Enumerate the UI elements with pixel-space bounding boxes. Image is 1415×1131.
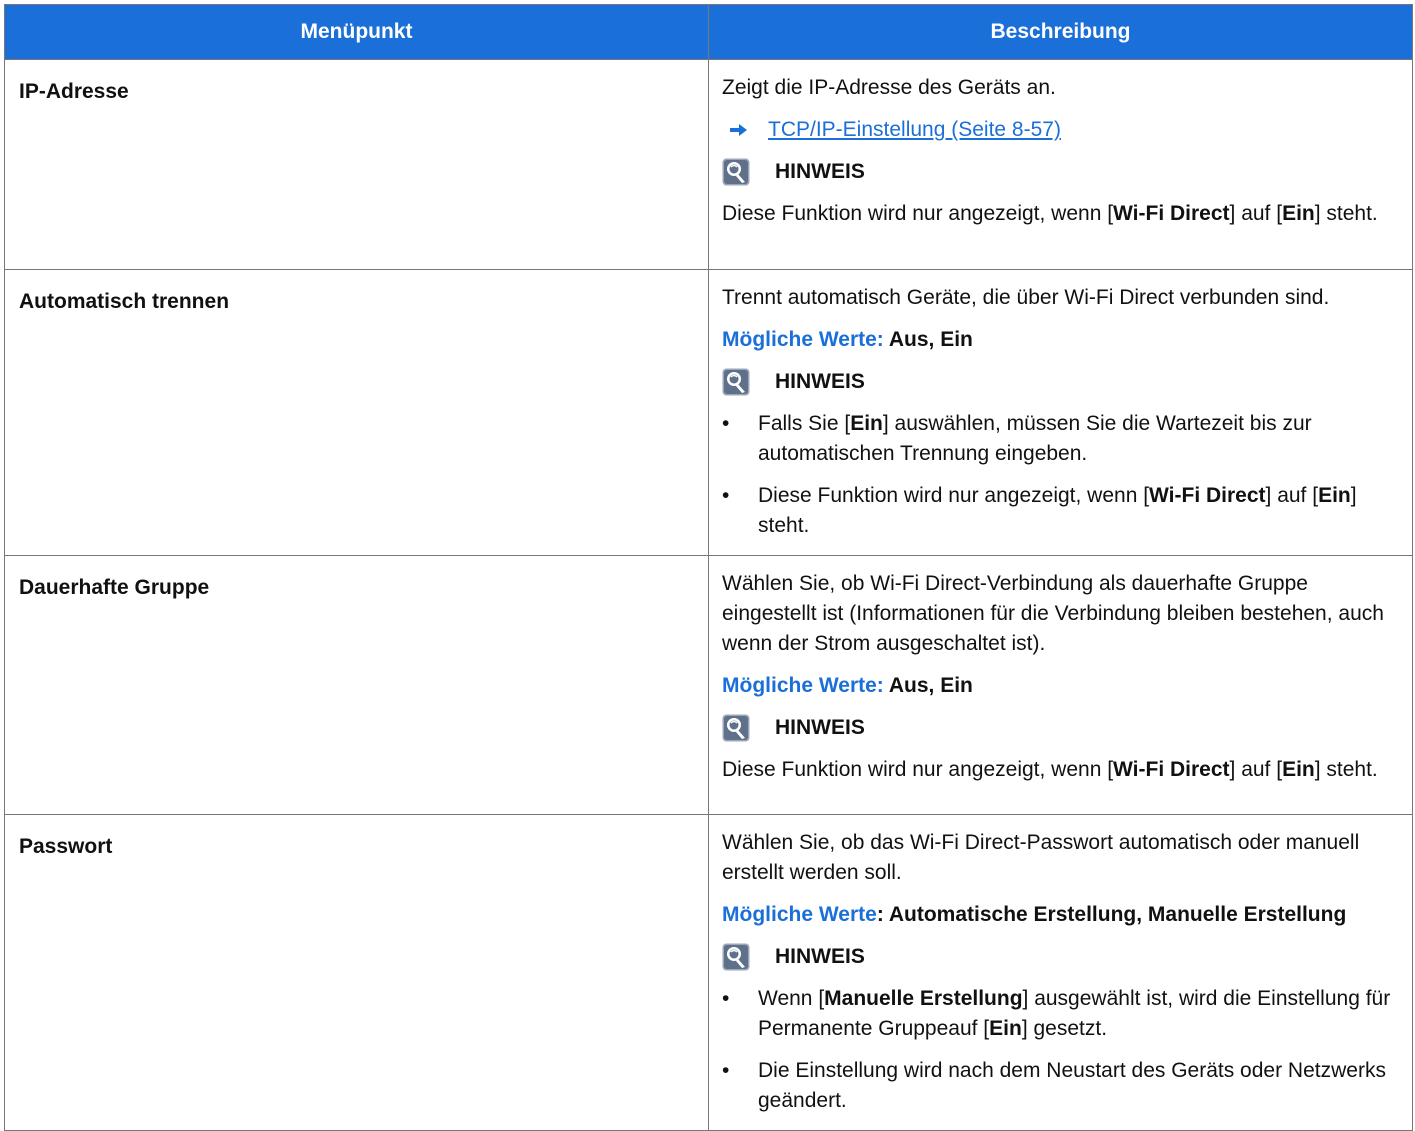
note-bullet: • Die Einstellung wird nach dem Neustart…	[722, 1059, 1386, 1112]
note-label: HINWEIS	[775, 370, 865, 393]
arrow-right-icon	[730, 124, 747, 136]
hint-icon	[722, 943, 750, 971]
table-row-ip-adresse: IP-Adresse Zeigt die IP-Adresse des Gerä…	[4, 59, 1413, 270]
possible-values: Mögliche Werte: Aus, Ein	[722, 328, 973, 351]
menu-item-description: Trennt automatisch Geräte, die über Wi-F…	[708, 269, 1413, 556]
table-header-row: Menüpunkt Beschreibung	[4, 4, 1413, 60]
menu-item-name: IP-Adresse	[4, 59, 709, 270]
description-text: Wählen Sie, ob Wi-Fi Direct-Verbindung a…	[722, 572, 1384, 655]
hint-icon	[722, 368, 750, 396]
hint-icon	[722, 714, 750, 742]
note-label: HINWEIS	[775, 160, 865, 183]
table-row-automatisch-trennen: Automatisch trennen Trennt automatisch G…	[4, 269, 1413, 556]
header-beschreibung: Beschreibung	[708, 4, 1413, 60]
menu-item-name: Passwort	[4, 814, 709, 1131]
note-bullet: • Diese Funktion wird nur angezeigt, wen…	[722, 484, 1357, 537]
description-text: Trennt automatisch Geräte, die über Wi-F…	[722, 286, 1330, 309]
menu-item-description: Wählen Sie, ob Wi-Fi Direct-Verbindung a…	[708, 555, 1413, 815]
menu-item-description: Zeigt die IP-Adresse des Geräts an. TCP/…	[708, 59, 1413, 270]
note-bullet: • Falls Sie [Ein] auswählen, müssen Sie …	[722, 412, 1312, 465]
note-header: HINWEIS	[722, 942, 1396, 972]
menu-item-name: Automatisch trennen	[4, 269, 709, 556]
note-header: HINWEIS	[722, 157, 1396, 187]
note-label: HINWEIS	[775, 945, 865, 968]
hint-icon	[722, 158, 750, 186]
possible-values: Mögliche Werte: Automatische Erstellung,…	[722, 903, 1347, 926]
header-menupunkt: Menüpunkt	[4, 4, 709, 60]
menu-item-description: Wählen Sie, ob das Wi-Fi Direct-Passwort…	[708, 814, 1413, 1131]
note-text: Diese Funktion wird nur angezeigt, wenn …	[722, 202, 1378, 225]
settings-table: Menüpunkt Beschreibung IP-Adresse Zeigt …	[4, 4, 1413, 1131]
table-row-passwort: Passwort Wählen Sie, ob das Wi-Fi Direct…	[4, 814, 1413, 1131]
note-header: HINWEIS	[722, 713, 1396, 743]
note-header: HINWEIS	[722, 367, 1396, 397]
menu-item-name: Dauerhafte Gruppe	[4, 555, 709, 815]
table-row-dauerhafte-gruppe: Dauerhafte Gruppe Wählen Sie, ob Wi-Fi D…	[4, 555, 1413, 815]
note-text: Diese Funktion wird nur angezeigt, wenn …	[722, 758, 1378, 781]
reference-link-line: TCP/IP-Einstellung (Seite 8-57)	[722, 115, 1396, 145]
description-text: Wählen Sie, ob das Wi-Fi Direct-Passwort…	[722, 831, 1360, 884]
description-text: Zeigt die IP-Adresse des Geräts an.	[722, 76, 1056, 99]
note-bullet: • Wenn [Manuelle Erstellung] ausgewählt …	[722, 987, 1391, 1040]
note-label: HINWEIS	[775, 716, 865, 739]
tcp-ip-link[interactable]: TCP/IP-Einstellung (Seite 8-57)	[768, 115, 1061, 145]
possible-values: Mögliche Werte: Aus, Ein	[722, 674, 973, 697]
